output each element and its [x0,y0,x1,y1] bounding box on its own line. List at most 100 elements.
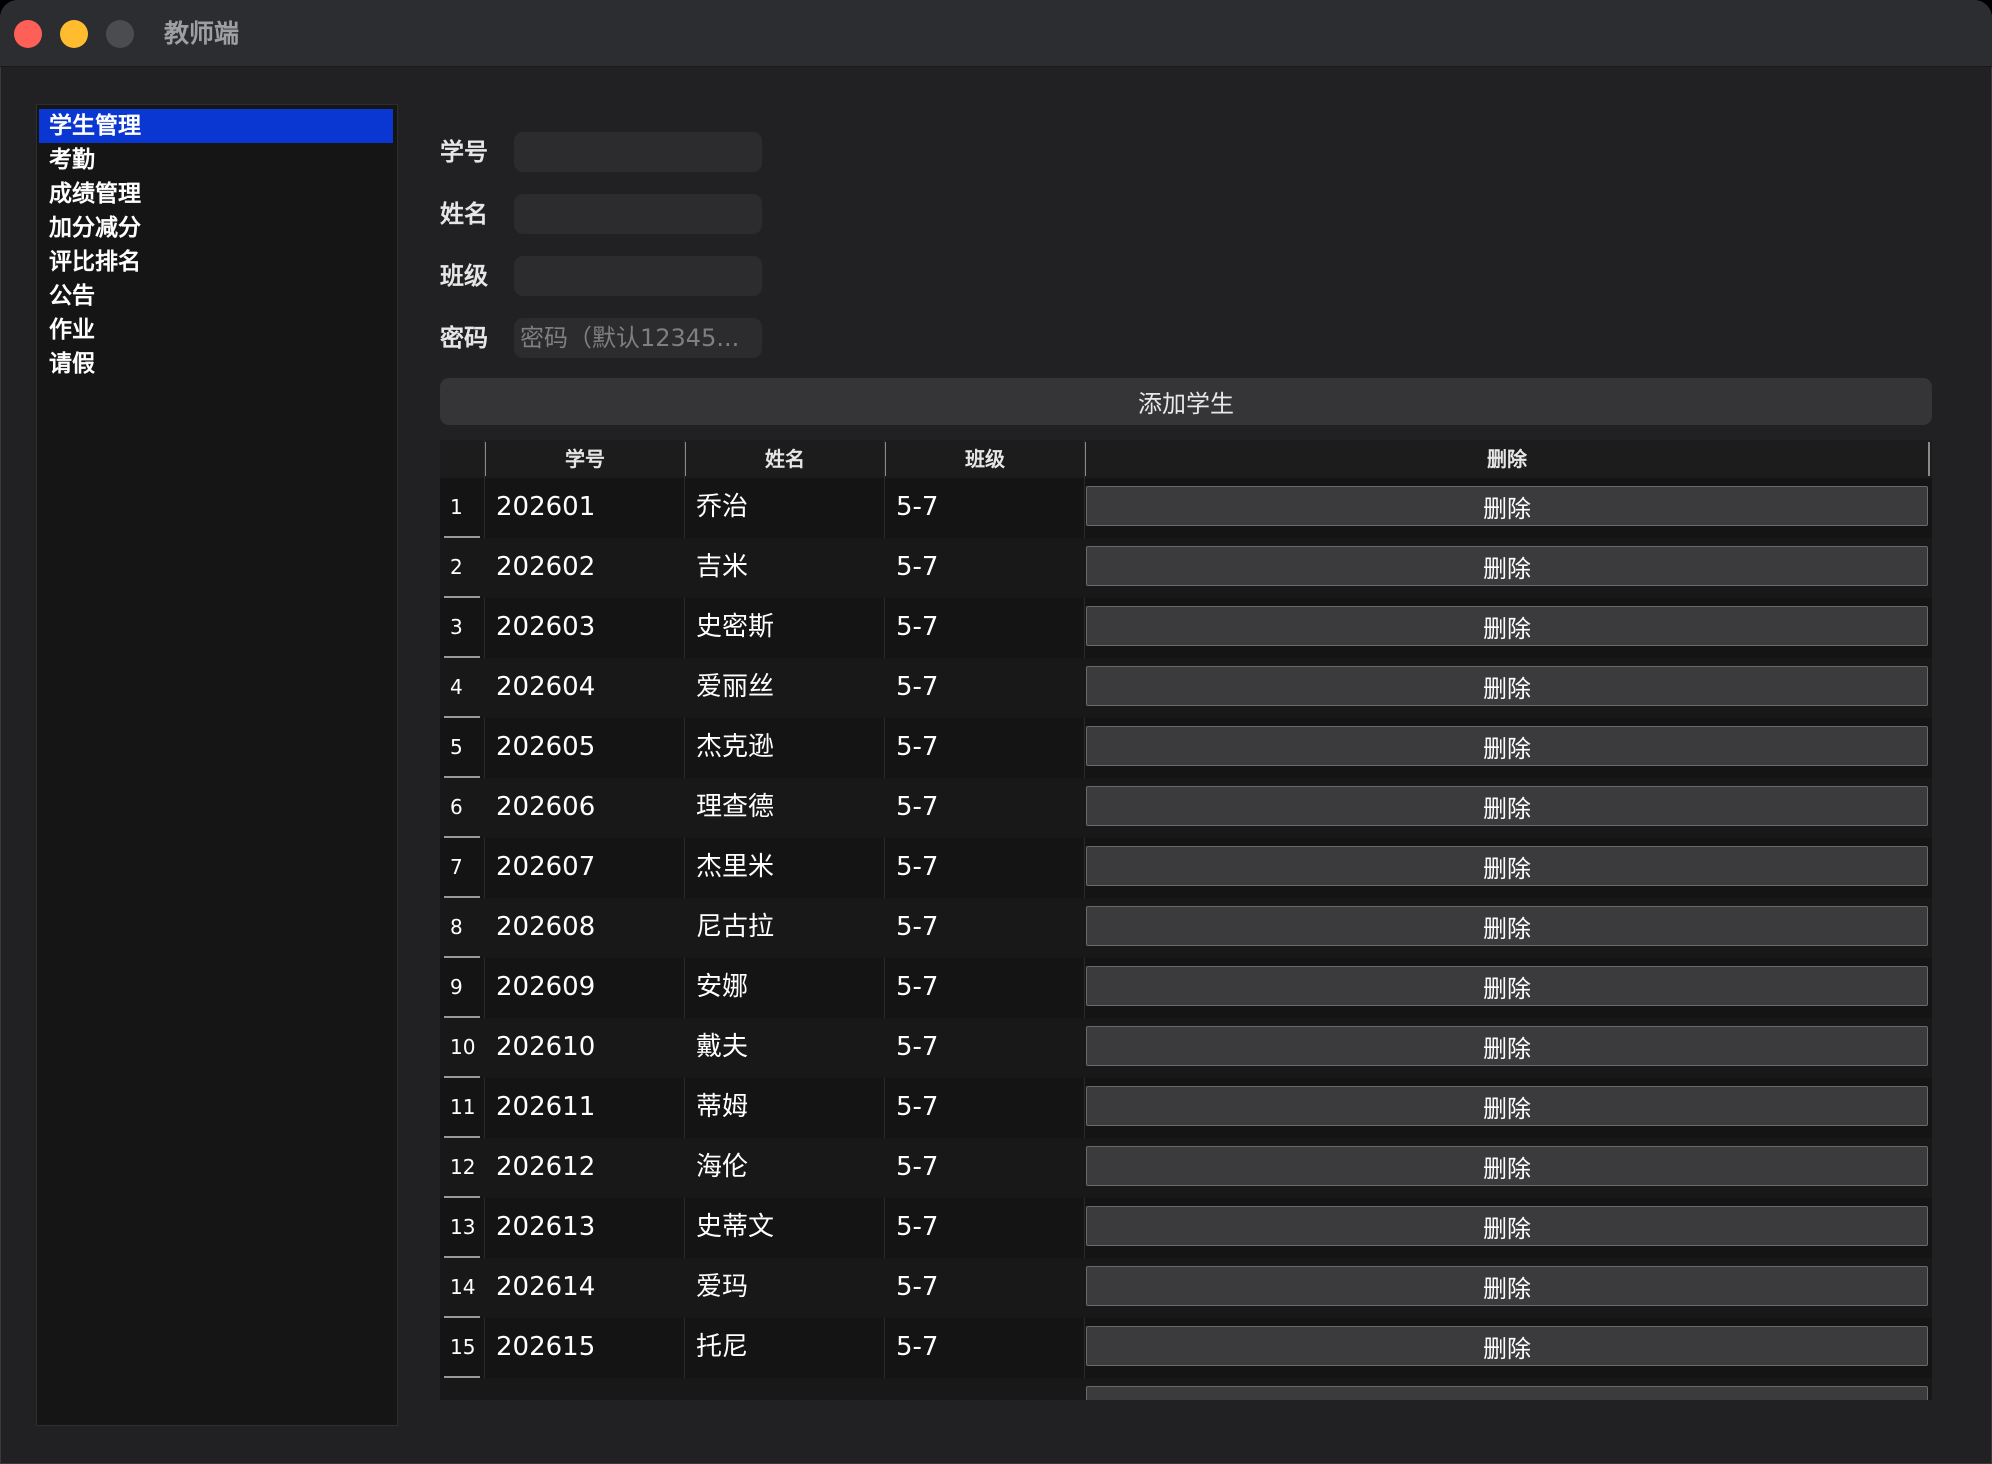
sidebar-nav: 学生管理 考勤 成绩管理 加分减分 评比排名 公告 作业 请假 [36,104,398,1426]
table-row[interactable]: 4 202604 爱丽丝 5-7 删除 [440,658,1932,718]
sidebar-item-announcements[interactable]: 公告 [39,279,393,313]
table-row[interactable]: 7 202607 杰里米 5-7 删除 [440,838,1932,898]
name-label: 姓名 [440,200,488,228]
cell-name: 海伦 [696,1152,749,1182]
table-row[interactable]: 5 202605 杰克逊 5-7 删除 [440,718,1932,778]
row-number: 6 [450,795,463,819]
cell-class: 5-7 [896,1092,939,1122]
cell-class: 5-7 [896,1332,939,1362]
cell-name: 杰克逊 [696,732,775,762]
delete-row-button[interactable]: 删除 [1086,906,1928,946]
table-row[interactable]: 10 202610 戴夫 5-7 删除 [440,1018,1932,1078]
add-student-button[interactable]: 添加学生 [440,378,1932,425]
delete-row-button[interactable]: 删除 [1086,606,1928,646]
row-number: 9 [450,975,463,999]
name-input[interactable] [514,194,762,234]
table-row[interactable]: 14 202614 爱玛 5-7 删除 [440,1258,1932,1318]
delete-row-button[interactable]: 删除 [1086,1146,1928,1186]
cell-class: 5-7 [896,852,939,882]
row-number: 5 [450,735,463,759]
delete-row-button[interactable]: 删除 [1086,1326,1928,1366]
delete-row-button[interactable]: 删除 [1086,966,1928,1006]
cell-class: 5-7 [896,732,939,762]
cell-name: 爱玛 [696,1272,749,1302]
cell-student-id: 202608 [496,912,596,942]
cell-class: 5-7 [896,1272,939,1302]
table-row[interactable]: 1 202601 乔治 5-7 删除 [440,478,1932,538]
cell-student-id: 202606 [496,792,596,822]
delete-row-button[interactable]: 删除 [1086,666,1928,706]
delete-row-button[interactable]: 删除 [1086,1086,1928,1126]
row-number: 12 [450,1155,476,1179]
cell-class: 5-7 [896,672,939,702]
delete-row-button[interactable]: 删除 [1086,1266,1928,1306]
table-row[interactable]: 6 202606 理查德 5-7 删除 [440,778,1932,838]
close-window-button[interactable] [14,20,42,48]
row-number: 4 [450,675,463,699]
table-row-partial[interactable] [440,1378,1932,1400]
password-input[interactable] [514,318,762,358]
table-row[interactable]: 13 202613 史蒂文 5-7 删除 [440,1198,1932,1258]
cell-class: 5-7 [896,492,939,522]
cell-class: 5-7 [896,612,939,642]
table-row[interactable]: 11 202611 蒂姆 5-7 删除 [440,1078,1932,1138]
delete-row-button[interactable]: 删除 [1086,546,1928,586]
sidebar-item-leave[interactable]: 请假 [39,347,393,381]
header-student-id[interactable]: 学号 [486,440,684,478]
header-delete[interactable]: 删除 [1086,440,1928,478]
header-class[interactable]: 班级 [886,440,1084,478]
cell-name: 安娜 [696,972,749,1002]
cell-class: 5-7 [896,1152,939,1182]
delete-row-button[interactable]: 删除 [1086,786,1928,826]
student-table: 学号 姓名 班级 删除 1 202601 乔治 5-7 删除 2 202602 … [440,440,1932,1400]
table-row[interactable]: 9 202609 安娜 5-7 删除 [440,958,1932,1018]
row-number: 1 [450,495,463,519]
cell-student-id: 202609 [496,972,596,1002]
table-row[interactable]: 3 202603 史密斯 5-7 删除 [440,598,1932,658]
cell-student-id: 202613 [496,1212,596,1242]
table-row[interactable]: 12 202612 海伦 5-7 删除 [440,1138,1932,1198]
delete-row-button[interactable]: 删除 [1086,1206,1928,1246]
sidebar-item-homework[interactable]: 作业 [39,313,393,347]
cell-student-id: 202615 [496,1332,596,1362]
minimize-window-button[interactable] [60,20,88,48]
header-separator [1928,442,1930,476]
header-name[interactable]: 姓名 [686,440,884,478]
cell-student-id: 202605 [496,732,596,762]
student-id-input[interactable] [514,132,762,172]
cell-student-id: 202604 [496,672,596,702]
delete-row-button[interactable]: 删除 [1086,846,1928,886]
class-input[interactable] [514,256,762,296]
cell-class: 5-7 [896,912,939,942]
delete-row-button[interactable]: 删除 [1086,486,1928,526]
row-number: 7 [450,855,463,879]
row-number: 14 [450,1275,476,1299]
cell-student-id: 202607 [496,852,596,882]
app-window: 教师端 学生管理 考勤 成绩管理 加分减分 评比排名 公告 作业 请假 学号 姓… [0,0,1992,1464]
table-row[interactable]: 8 202608 尼古拉 5-7 删除 [440,898,1932,958]
sidebar-item-ranking[interactable]: 评比排名 [39,245,393,279]
sidebar-item-student-management[interactable]: 学生管理 [39,109,393,143]
password-label: 密码 [440,324,488,352]
delete-row-button[interactable]: 删除 [1086,726,1928,766]
cell-class: 5-7 [896,552,939,582]
row-number: 2 [450,555,463,579]
sidebar-item-points[interactable]: 加分减分 [39,211,393,245]
delete-row-button[interactable]: 删除 [1086,1026,1928,1066]
cell-name: 蒂姆 [696,1092,749,1122]
cell-student-id: 202602 [496,552,596,582]
table-row[interactable]: 2 202602 吉米 5-7 删除 [440,538,1932,598]
row-number: 3 [450,615,463,639]
delete-row-button[interactable] [1086,1386,1928,1400]
cell-name: 乔治 [696,492,749,522]
sidebar-item-attendance[interactable]: 考勤 [39,143,393,177]
row-number: 15 [450,1335,476,1359]
zoom-window-button[interactable] [106,20,134,48]
cell-name: 托尼 [696,1332,749,1362]
sidebar-item-grades[interactable]: 成绩管理 [39,177,393,211]
cell-class: 5-7 [896,1212,939,1242]
row-number: 11 [450,1095,476,1119]
table-row[interactable]: 15 202615 托尼 5-7 删除 [440,1318,1932,1378]
cell-name: 史蒂文 [696,1212,775,1242]
cell-name: 爱丽丝 [696,672,775,702]
